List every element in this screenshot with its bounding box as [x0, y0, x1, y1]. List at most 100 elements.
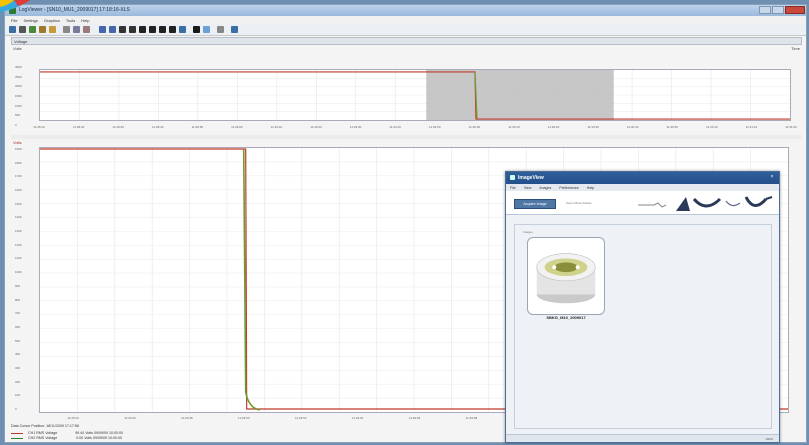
image-icon[interactable] [203, 26, 210, 33]
iv-menu-preferences[interactable]: Preferences [559, 186, 578, 190]
bottom-x-tick-label: 11:29:50 [238, 416, 250, 420]
top-chart-trace-ch1 [40, 71, 790, 120]
zoom-in-icon[interactable] [99, 26, 106, 33]
cursor-icon[interactable] [119, 26, 126, 33]
folder-icon[interactable] [39, 26, 46, 33]
top-chart-header: Voltage [11, 37, 802, 45]
bottom-x-tick-label: 11:29:52 [294, 416, 307, 420]
top-chart-right-label: Time [791, 46, 800, 51]
sensor-photo [536, 253, 596, 304]
top-chart-grid [40, 70, 790, 120]
ch1-name: CH1 [28, 431, 36, 435]
zoom-out-icon[interactable] [109, 26, 116, 33]
next-icon[interactable] [159, 26, 166, 33]
top-x-tick-label: 11:31:20 [785, 125, 797, 129]
ch2-unit: Volts [84, 436, 92, 440]
help-icon[interactable] [231, 26, 238, 33]
imageview-zoom: 100% [765, 437, 773, 441]
top-x-tick-label: 11:28:20 [72, 125, 85, 129]
settings-icon[interactable] [217, 26, 224, 33]
save-icon[interactable] [19, 26, 26, 33]
top-y-tick-label: 3000 [15, 65, 22, 69]
top-x-tick-label: 11:30:40 [626, 125, 639, 129]
ch2-swatch [11, 437, 23, 439]
top-y-tick-label: 500 [15, 113, 21, 118]
channel-row: CH1 RMS Voltage 99.40 Volts 09/09/09 10:… [11, 431, 123, 435]
bottom-y-tick-label: 1300 [15, 229, 22, 234]
imageview-menu-bar: File View Images Preferences Help [506, 184, 779, 191]
previous-icon[interactable] [149, 26, 156, 33]
top-x-tick-label: 11:31:00 [706, 125, 718, 129]
ch2-value: 0.00 [76, 436, 84, 440]
toolbar [5, 24, 806, 36]
bottom-y-tick-label: 1400 [15, 215, 22, 220]
minimize-button[interactable] [759, 6, 771, 14]
first-icon[interactable] [139, 26, 146, 33]
paste-icon[interactable] [83, 26, 90, 33]
top-x-tick-label: 11:28:10 [33, 125, 45, 129]
maximize-button[interactable] [772, 6, 784, 14]
open-icon[interactable] [9, 26, 16, 33]
acquire-image-button[interactable]: Acquire Image [514, 199, 556, 209]
waveform-preview-icon [638, 196, 773, 211]
bottom-y-tick-label: 1900 [15, 147, 22, 151]
menu-settings[interactable]: Settings [23, 18, 37, 23]
export-icon[interactable] [29, 26, 36, 33]
top-x-tick-label: 11:29:20 [310, 125, 322, 129]
bottom-x-tick-label: 11:29:44 [67, 416, 79, 420]
top-y-tick-label: 0 [15, 123, 17, 127]
bottom-y-tick-label: 500 [15, 338, 21, 343]
image-thumbnail[interactable] [527, 237, 605, 315]
bottom-y-tick-label: 0 [15, 407, 17, 411]
menu-help[interactable]: Help [81, 18, 89, 23]
top-y-tick-label: 1500 [15, 94, 22, 98]
top-chart-scrollbar[interactable] [11, 135, 802, 139]
top-x-tick-label: 11:30:50 [666, 125, 678, 129]
pan-icon[interactable] [129, 26, 136, 33]
top-x-tick-label: 11:28:50 [191, 125, 204, 129]
top-chart-header-label: Voltage [14, 39, 28, 44]
top-chart-plot[interactable] [39, 69, 791, 121]
last-icon[interactable] [169, 26, 176, 33]
top-x-tick-label: 11:29:30 [349, 125, 362, 129]
print-icon[interactable] [49, 26, 56, 33]
menu-graphics[interactable]: Graphics [44, 18, 60, 23]
menu-tools[interactable]: Tools [66, 18, 75, 23]
top-chart-unit: Volts [13, 46, 22, 51]
bottom-x-tick-label: 11:29:58 [465, 416, 478, 420]
bottom-y-tick-label: 1600 [15, 188, 22, 193]
top-y-tick-label: 1000 [15, 103, 22, 108]
iv-menu-view[interactable]: View [524, 186, 532, 190]
top-chart-selection [426, 70, 614, 120]
ch1-timestamp: 09/09/09 10:00:00 [93, 431, 123, 435]
imageview-tools[interactable]: Zoom Move Rotate [566, 201, 592, 205]
close-button[interactable] [785, 6, 805, 14]
menu-file[interactable]: File [11, 18, 17, 23]
ch2-mode: RMS [36, 436, 45, 440]
bottom-x-tick-label: 11:29:56 [408, 416, 421, 420]
bottom-y-tick-label: 1100 [15, 256, 22, 261]
title-bar[interactable]: LogViewer - [SN10_MU1_2009017] 17:18:16-… [5, 5, 806, 16]
iv-menu-images[interactable]: Images [540, 186, 552, 190]
ch2-type: Voltage [45, 436, 58, 440]
bottom-y-tick-label: 600 [15, 324, 21, 329]
top-chart-y-axis: 3000 2500 2000 1500 1000 500 0 [15, 61, 37, 127]
refresh-icon[interactable] [179, 26, 186, 33]
top-x-tick-label: 11:29:40 [389, 125, 401, 129]
bottom-y-tick-label: 100 [15, 393, 21, 398]
top-chart-x-axis: 11:28:10 11:28:20 11:28:30 11:28:40 11:28:50… [33, 122, 797, 136]
copy-icon[interactable] [73, 26, 80, 33]
iv-menu-help[interactable]: Help [587, 186, 594, 190]
top-x-tick-label: 11:29:10 [270, 125, 283, 129]
ch1-value: 99.40 [75, 431, 85, 435]
image-group-label: Images [523, 230, 533, 234]
iv-menu-file[interactable]: File [510, 186, 516, 190]
top-x-tick-label: 11:30:10 [508, 125, 520, 129]
chart-icon[interactable] [193, 26, 200, 33]
cut-icon[interactable] [63, 26, 70, 33]
top-x-tick-label: 11:30:20 [547, 125, 560, 129]
bottom-y-tick-label: 700 [15, 311, 21, 316]
top-x-tick-label: 11:30:30 [587, 125, 599, 129]
imageview-close-icon[interactable]: × [768, 174, 776, 181]
imageview-title-bar[interactable]: ImageView × [506, 172, 779, 184]
